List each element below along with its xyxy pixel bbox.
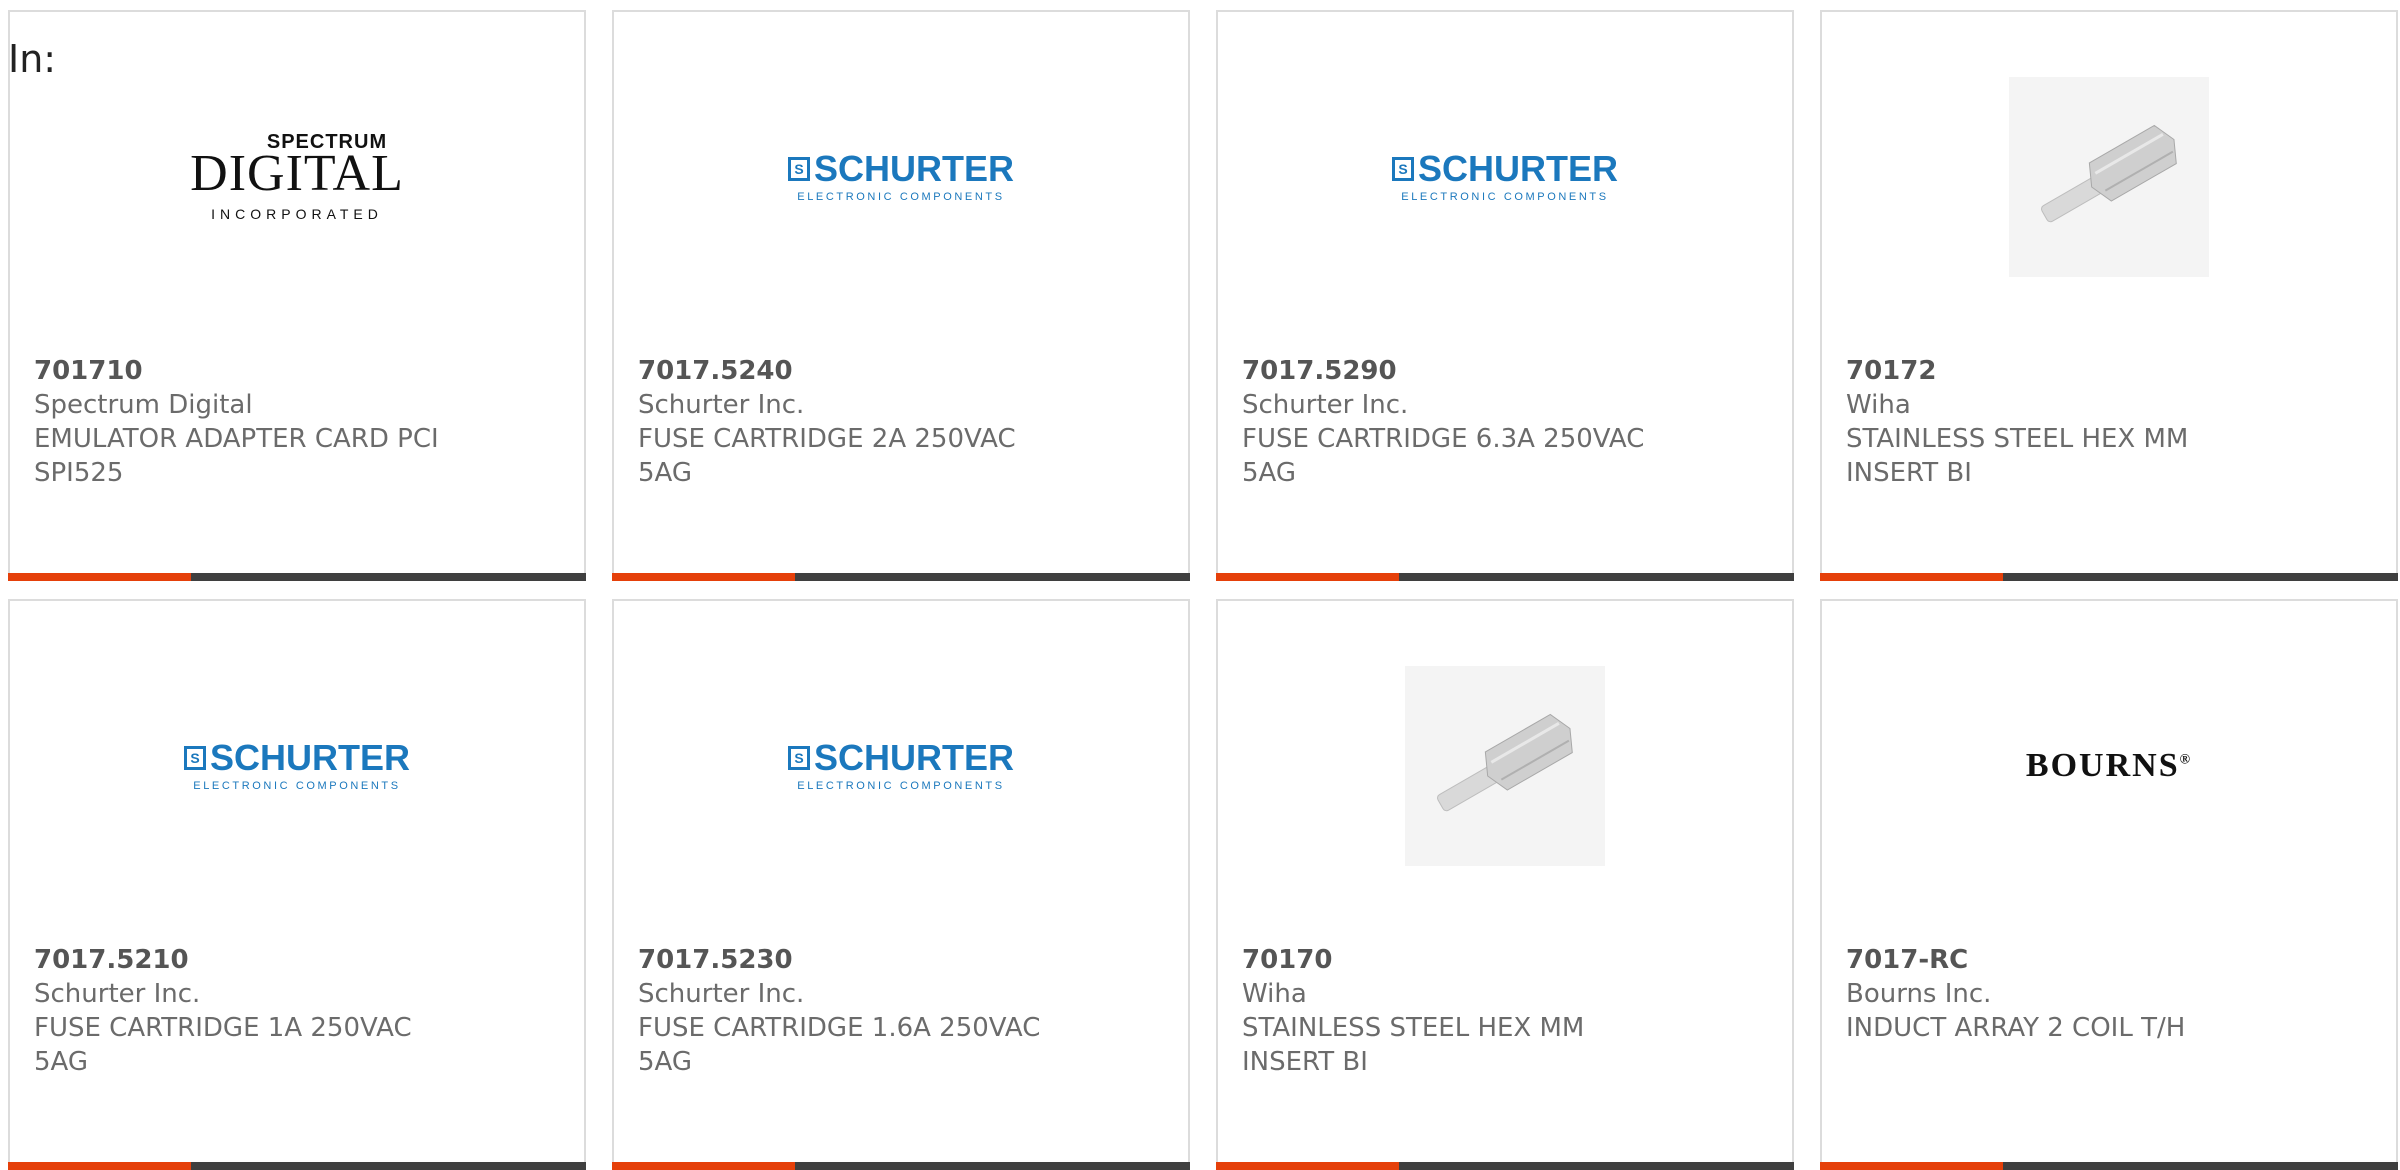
part-number[interactable]: 7017.5230 — [638, 943, 1168, 977]
part-number[interactable]: 701710 — [34, 354, 564, 388]
product-description: 5AG — [34, 1047, 89, 1077]
product-card[interactable]: SPECTRUM DIGITAL INCORPORATED 701710 Spe… — [8, 10, 586, 581]
hex-bit-icon — [2009, 77, 2209, 277]
card-accent-bar — [612, 1162, 1190, 1170]
product-card[interactable]: BOURNS® 7017-RC Bourns Inc. INDUCT ARRAY… — [1820, 599, 2398, 1170]
manufacturer-logo: S SCHURTER ELECTRONIC COMPONENTS — [10, 641, 584, 891]
product-description: INSERT BI — [1846, 458, 1972, 488]
manufacturer-name: Bourns Inc. — [1846, 979, 1992, 1009]
card-accent-bar — [1216, 573, 1794, 581]
manufacturer-name: Wiha — [1846, 390, 1911, 420]
product-description: STAINLESS STEEL HEX MM — [1846, 424, 2189, 454]
product-description: 5AG — [638, 1047, 693, 1077]
product-card[interactable]: S SCHURTER ELECTRONIC COMPONENTS 7017.529… — [1216, 10, 1794, 581]
logo-text: ELECTRONIC COMPONENTS — [193, 780, 401, 792]
logo-text: ELECTRONIC COMPONENTS — [797, 780, 1005, 792]
part-number[interactable]: 7017.5290 — [1242, 354, 1772, 388]
manufacturer-logo: S SCHURTER ELECTRONIC COMPONENTS — [1218, 52, 1792, 302]
card-accent-bar — [1820, 1162, 2398, 1170]
logo-text: ELECTRONIC COMPONENTS — [797, 191, 1005, 203]
manufacturer-name: Schurter Inc. — [34, 979, 201, 1009]
part-number[interactable]: 7017.5240 — [638, 354, 1168, 388]
product-description: 5AG — [638, 458, 693, 488]
product-card[interactable]: 70170 Wiha STAINLESS STEEL HEX MM INSERT… — [1216, 599, 1794, 1170]
part-number[interactable]: 7017-RC — [1846, 943, 2376, 977]
logo-text: DIGITAL — [190, 145, 404, 202]
product-description: FUSE CARTRIDGE 1.6A 250VAC — [638, 1013, 1041, 1043]
part-number[interactable]: 7017.5210 — [34, 943, 564, 977]
product-description: EMULATOR ADAPTER CARD PCI — [34, 424, 439, 454]
logo-text: SCHURTER — [813, 148, 1014, 189]
product-description: FUSE CARTRIDGE 6.3A 250VAC — [1242, 424, 1645, 454]
product-description: INDUCT ARRAY 2 COIL T/H — [1846, 1013, 2186, 1043]
manufacturer-logo: BOURNS® — [1822, 641, 2396, 891]
logo-text: SCHURTER — [1417, 148, 1618, 189]
card-accent-bar — [1820, 573, 2398, 581]
logo-text: SCHURTER — [209, 737, 410, 778]
card-accent-bar — [1216, 1162, 1794, 1170]
manufacturer-logo: S SCHURTER ELECTRONIC COMPONENTS — [614, 52, 1188, 302]
logo-text: ® — [2179, 752, 2193, 768]
product-card[interactable]: 70172 Wiha STAINLESS STEEL HEX MM INSERT… — [1820, 10, 2398, 581]
manufacturer-name: Schurter Inc. — [638, 979, 805, 1009]
product-description: 5AG — [1242, 458, 1297, 488]
manufacturer-name: Spectrum Digital — [34, 390, 253, 420]
logo-text: ELECTRONIC COMPONENTS — [1401, 191, 1609, 203]
product-description: SPI525 — [34, 458, 124, 488]
hex-bit-icon — [1405, 666, 1605, 866]
manufacturer-name: Wiha — [1242, 979, 1307, 1009]
filter-label: In: — [8, 37, 57, 81]
manufacturer-name: Schurter Inc. — [638, 390, 805, 420]
manufacturer-name: Schurter Inc. — [1242, 390, 1409, 420]
part-number[interactable]: 70170 — [1242, 943, 1772, 977]
card-accent-bar — [8, 1162, 586, 1170]
product-card[interactable]: S SCHURTER ELECTRONIC COMPONENTS 7017.521… — [8, 599, 586, 1170]
product-image — [1218, 641, 1792, 891]
product-description: FUSE CARTRIDGE 2A 250VAC — [638, 424, 1016, 454]
logo-text: SCHURTER — [813, 737, 1014, 778]
product-image — [1822, 52, 2396, 302]
card-accent-bar — [612, 573, 1190, 581]
product-card[interactable]: S SCHURTER ELECTRONIC COMPONENTS 7017.523… — [612, 599, 1190, 1170]
part-number[interactable]: 70172 — [1846, 354, 2376, 388]
manufacturer-logo: SPECTRUM DIGITAL INCORPORATED — [10, 52, 584, 302]
logo-text: BOURNS — [2025, 747, 2180, 784]
card-accent-bar — [8, 573, 586, 581]
logo-text: INCORPORATED — [211, 206, 383, 222]
product-description: INSERT BI — [1242, 1047, 1368, 1077]
manufacturer-logo: S SCHURTER ELECTRONIC COMPONENTS — [614, 641, 1188, 891]
product-description: STAINLESS STEEL HEX MM — [1242, 1013, 1585, 1043]
product-card[interactable]: S SCHURTER ELECTRONIC COMPONENTS 7017.524… — [612, 10, 1190, 581]
product-description: FUSE CARTRIDGE 1A 250VAC — [34, 1013, 412, 1043]
